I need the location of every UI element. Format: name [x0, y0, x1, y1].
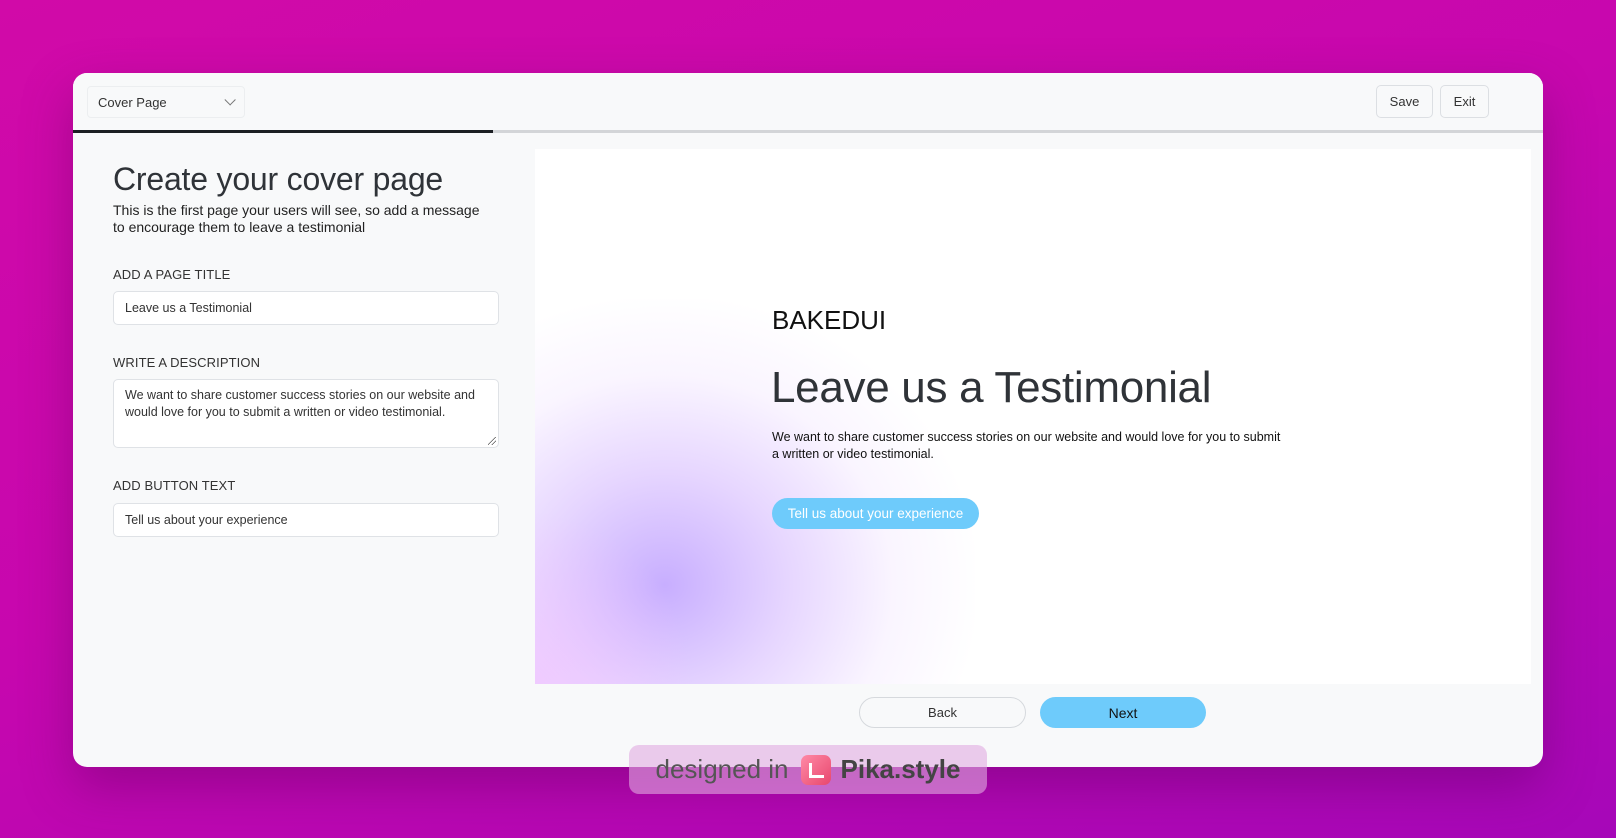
- button-text-input-value: Tell us about your experience: [125, 513, 288, 527]
- pika-style-watermark: designed in Pika.style: [629, 745, 987, 794]
- button-text-input[interactable]: Tell us about your experience: [113, 503, 499, 537]
- preview-brand-logo: BAKEDUI: [772, 305, 887, 335]
- editor-panel: Create your cover page This is the first…: [113, 161, 503, 537]
- description-textarea-value: We want to share customer success storie…: [125, 388, 475, 419]
- page-subtitle: This is the first page your users will s…: [113, 202, 480, 235]
- preview-title: Leave us a Testimonial: [771, 363, 1212, 412]
- progress-bar-fill: [73, 130, 494, 133]
- top-toolbar: Cover Page Save Exit: [73, 73, 1543, 131]
- button-text-field-label: ADD BUTTON TEXT: [113, 478, 236, 493]
- page-select-dropdown[interactable]: Cover Page: [87, 86, 245, 118]
- chevron-down-icon: [224, 94, 236, 106]
- description-field-label: WRITE A DESCRIPTION: [113, 355, 261, 370]
- preview-description: We want to share customer success storie…: [772, 430, 1281, 461]
- resize-handle-icon[interactable]: [488, 437, 496, 445]
- description-textarea[interactable]: We want to share customer success storie…: [113, 379, 499, 448]
- progress-bar: [73, 130, 1543, 133]
- save-button[interactable]: Save: [1376, 85, 1433, 118]
- crop-icon: [800, 754, 831, 785]
- watermark-prefix: designed in: [655, 754, 789, 784]
- app-window: Cover Page Save Exit Create your cover p…: [73, 73, 1543, 767]
- back-button[interactable]: Back: [859, 697, 1026, 728]
- cover-page-preview: BAKEDUI Leave us a Testimonial We want t…: [535, 149, 1531, 684]
- next-button[interactable]: Next: [1040, 697, 1206, 728]
- preview-cta-button[interactable]: Tell us about your experience: [772, 498, 979, 529]
- page-title: Create your cover page: [113, 161, 444, 197]
- page-title-input-value: Leave us a Testimonial: [125, 301, 252, 315]
- gradient-blob-decoration: [535, 509, 695, 684]
- page-select-value: Cover Page: [98, 94, 167, 110]
- watermark-brand: Pika.style: [840, 754, 961, 784]
- title-field-label: ADD A PAGE TITLE: [113, 267, 231, 282]
- page-title-input[interactable]: Leave us a Testimonial: [113, 291, 499, 325]
- exit-button[interactable]: Exit: [1440, 85, 1489, 118]
